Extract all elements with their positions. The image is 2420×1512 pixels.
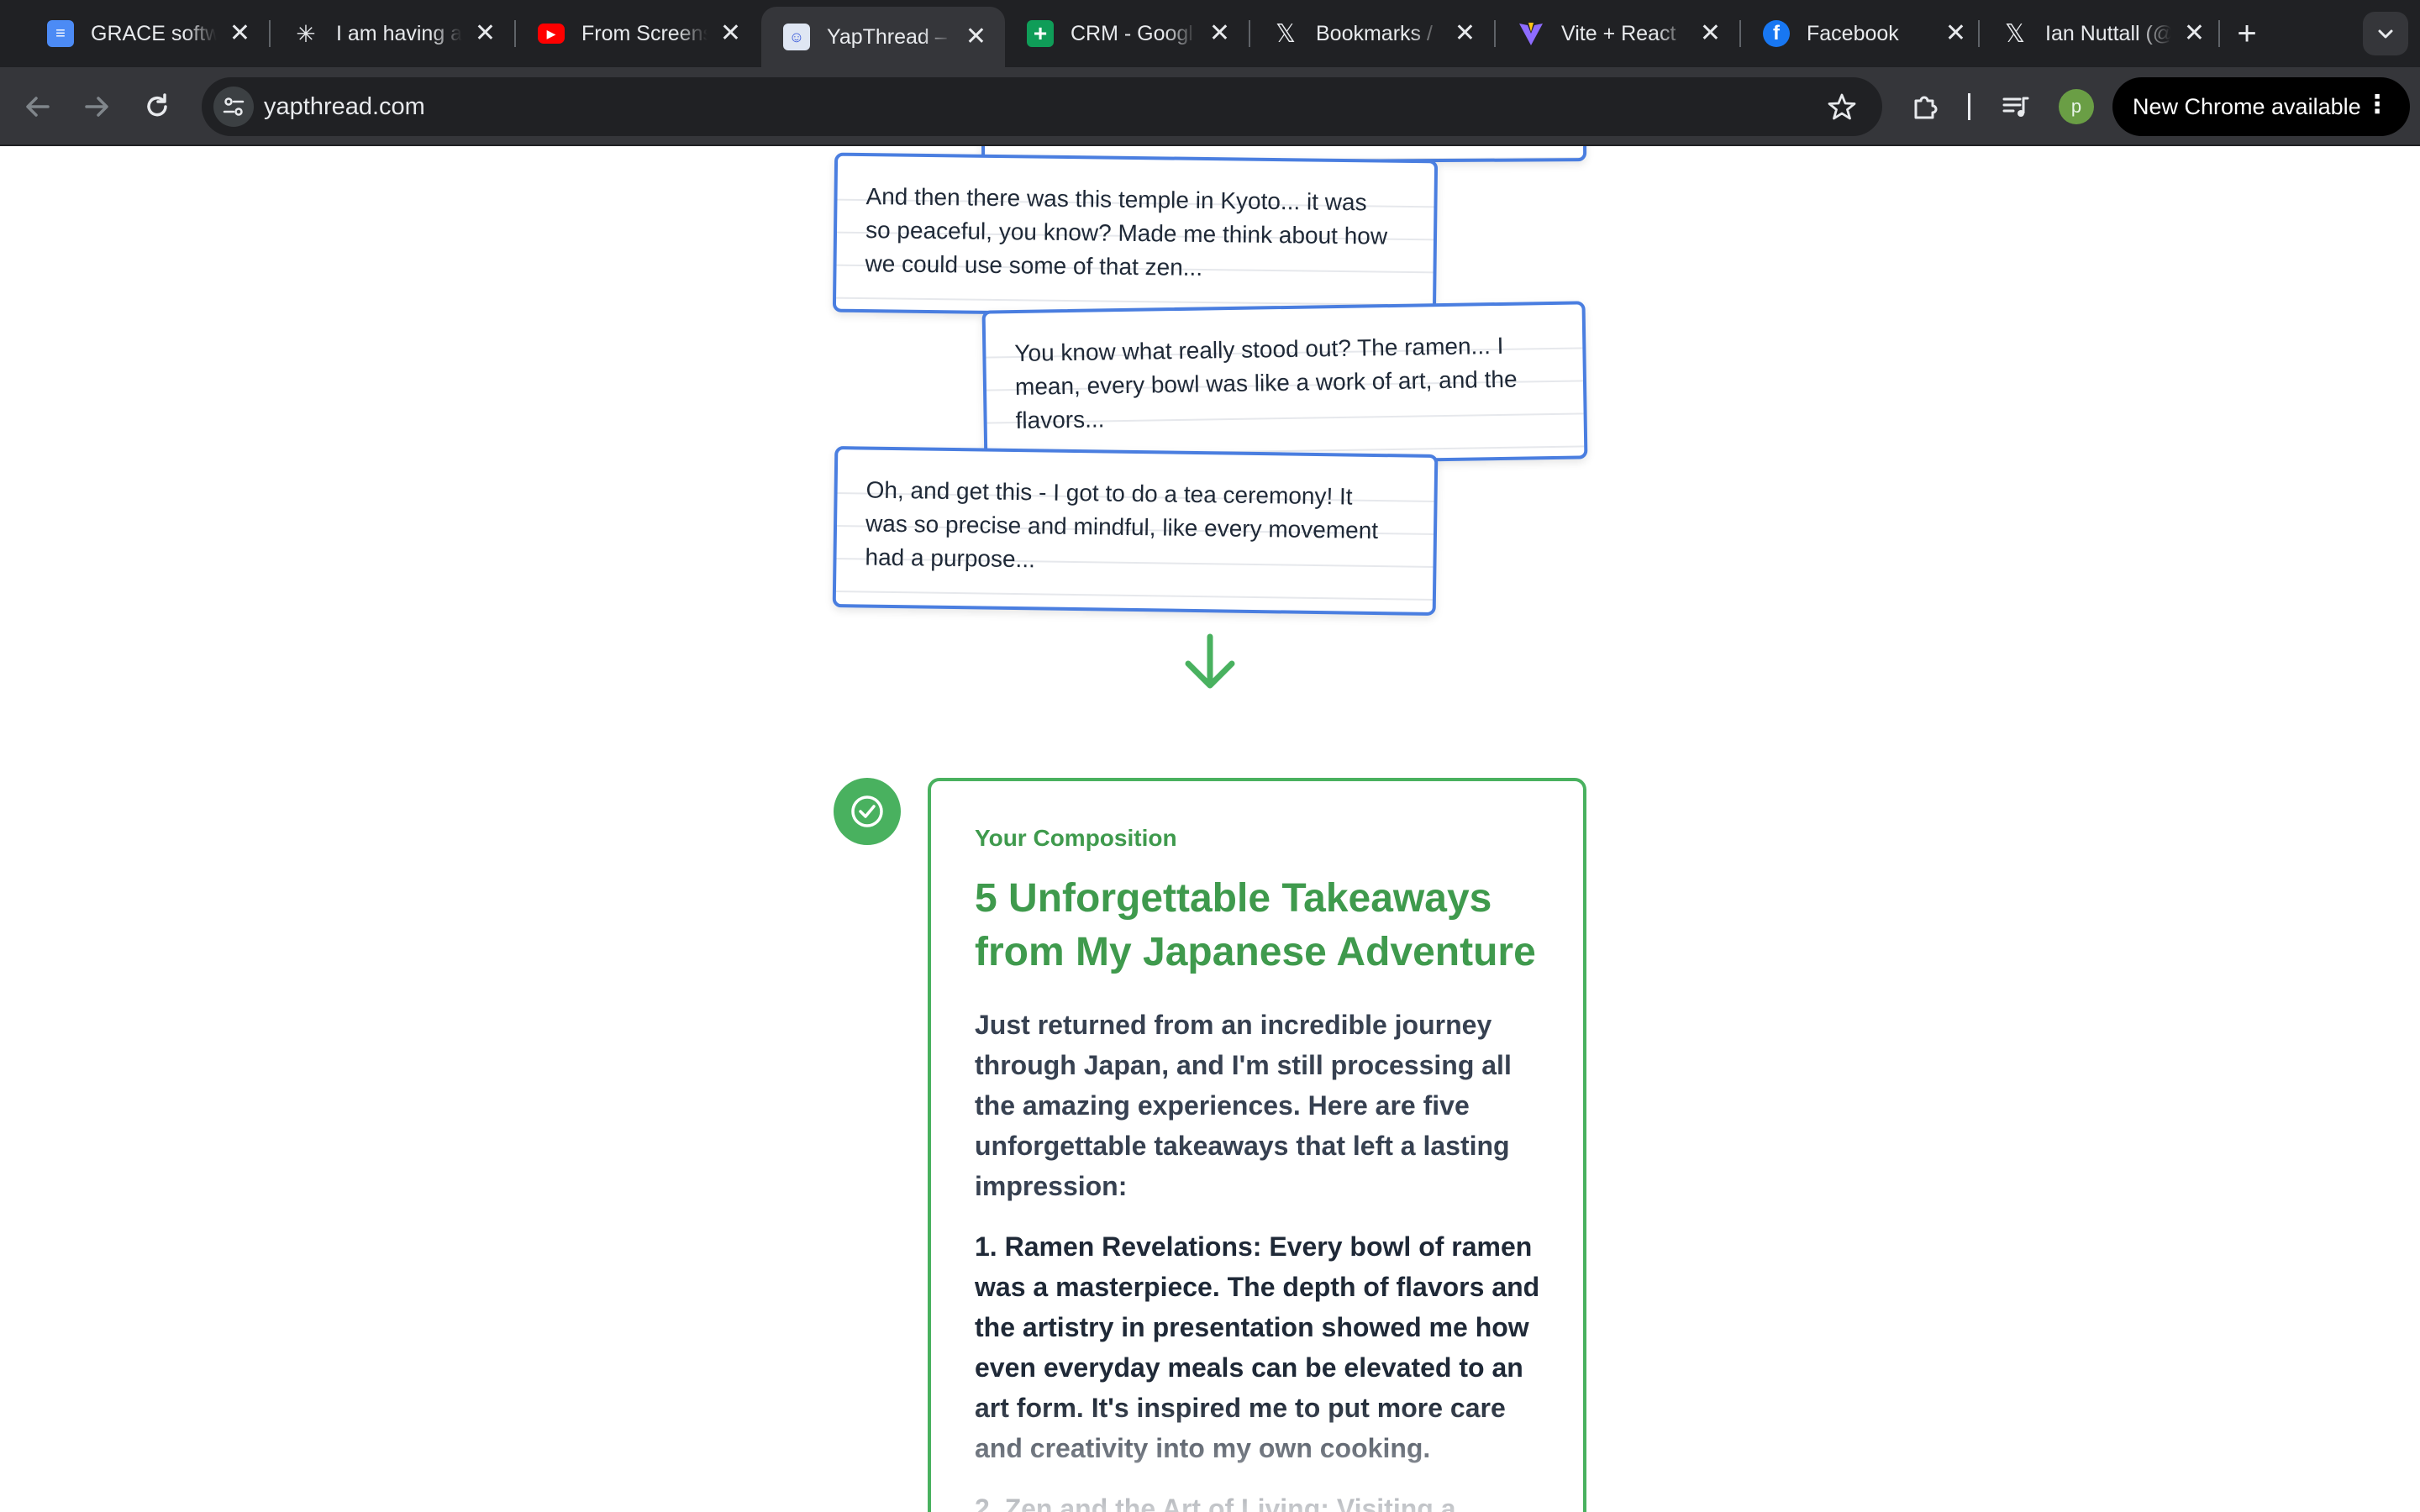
close-icon[interactable]: ✕ [720,21,741,46]
profile-avatar[interactable]: p [2059,89,2094,124]
tab-crm-sheets[interactable]: + CRM - Googl ✕ [1005,8,1249,59]
close-icon[interactable]: ✕ [229,21,250,46]
reload-button[interactable] [138,87,176,126]
x-icon: 𝕏 [2004,19,2026,48]
tab-youtube[interactable]: ▶ From Screens ✕ [516,8,760,59]
tab-title: Vite + React [1561,21,1676,45]
note-card: And then there was this temple in Kyoto.… [832,152,1439,320]
tab-bookmarks-x[interactable]: 𝕏 Bookmarks / ✕ [1250,8,1494,59]
puzzle-icon [1914,96,1938,119]
tab-title: GRACE softw [91,21,217,45]
close-icon[interactable]: ✕ [1455,21,1476,46]
tab-separator [2218,20,2220,47]
queue-music-icon [2002,97,2029,117]
address-bar[interactable]: yapthread.com [202,77,1882,136]
reload-icon [147,93,167,117]
arrow-down-icon [1185,633,1235,689]
tab-title: CRM - Googl [1071,21,1193,45]
composition-item: 1. Ramen Revelations: Every bowl of rame… [975,1231,1540,1463]
close-icon[interactable]: ✕ [1209,21,1230,46]
arrow-left-icon [26,97,50,117]
composition-body: Just returned from an incredible journey… [975,1005,1541,1512]
update-chip-label: New Chrome available [2133,93,2361,119]
extensions-button[interactable] [1906,87,1944,126]
tab-facebook[interactable]: f Facebook ✕ [1741,8,1985,59]
tab-title: I am having a [336,21,462,45]
tab-title: Bookmarks / [1316,21,1433,45]
note-text: You know what really stood out? The rame… [1014,332,1518,434]
update-chrome-button[interactable]: New Chrome available ⋮ [2112,77,2410,136]
new-tab-button[interactable]: + [2228,15,2265,52]
close-icon[interactable]: ✕ [1700,21,1721,46]
composition-item: 2. Zen and the Art of Living: Visiting a [975,1494,1456,1512]
google-docs-icon: ≡ [47,20,74,47]
tab-vite-react[interactable]: Vite + React ✕ [1496,8,1739,59]
tab-strip: ≡ GRACE softw ✕ ✳ I am having a ✕ ▶ From… [0,0,2420,67]
tune-icon [223,97,245,116]
page-viewport: And then there was this temple in Kyoto.… [0,146,2420,1512]
close-icon[interactable]: ✕ [965,24,986,50]
tab-title: From Screens [581,21,708,45]
composition-label: Your Composition [975,825,1177,851]
note-card: You know what really stood out? The rame… [981,301,1588,469]
google-sheets-icon: + [1027,20,1054,47]
claude-icon: ✳ [296,20,316,47]
forward-button[interactable] [77,87,116,126]
tab-title: YapThread – [827,24,947,49]
tab-yapthread[interactable]: ☺ YapThread – ✕ [761,7,1005,67]
tab-title: Facebook [1807,21,1899,45]
toolbar-divider [1968,93,1970,120]
chevron-down-icon [2378,29,2393,39]
youtube-icon: ▶ [538,24,565,44]
close-icon[interactable]: ✕ [475,21,496,46]
tab-ian-nuttall-x[interactable]: 𝕏 Ian Nuttall (@ ✕ [1980,8,2223,59]
star-icon[interactable] [1827,92,1857,122]
note-text: Oh, and get this - I got to do a tea cer… [865,476,1379,573]
close-icon[interactable]: ✕ [2184,21,2205,46]
note-card: Oh, and get this - I got to do a tea cer… [832,445,1439,617]
check-circle-icon [834,778,901,845]
facebook-icon: f [1763,20,1790,47]
tab-claude[interactable]: ✳ I am having a ✕ [271,8,514,59]
back-button[interactable] [18,87,57,126]
note-text: And then there was this temple in Kyoto.… [865,183,1388,281]
composition-title: 5 Unforgettable Takeaways from My Japane… [975,876,1536,974]
tab-grace-docs[interactable]: ≡ GRACE softw ✕ [25,8,269,59]
tab-search-button[interactable] [2363,12,2408,55]
menu-dots-icon: ⋮ [2365,91,2390,118]
site-info-button[interactable] [213,87,254,127]
url-text[interactable]: yapthread.com [264,77,425,136]
composition-card: Your Composition 5 Unforgettable Takeawa… [928,778,1586,1512]
vite-icon [1518,20,1544,47]
browser-toolbar: yapthread.com p New Chrome available ⋮ [0,67,2420,146]
x-icon: 𝕏 [1275,19,1297,48]
yapthread-icon: ☺ [783,24,810,50]
arrow-right-icon [85,97,108,117]
tab-title: Ian Nuttall (@ [2045,21,2171,45]
close-icon[interactable]: ✕ [1945,21,1966,46]
composition-intro: Just returned from an incredible journey… [975,1010,1512,1201]
media-controls-button[interactable] [1996,87,2035,126]
